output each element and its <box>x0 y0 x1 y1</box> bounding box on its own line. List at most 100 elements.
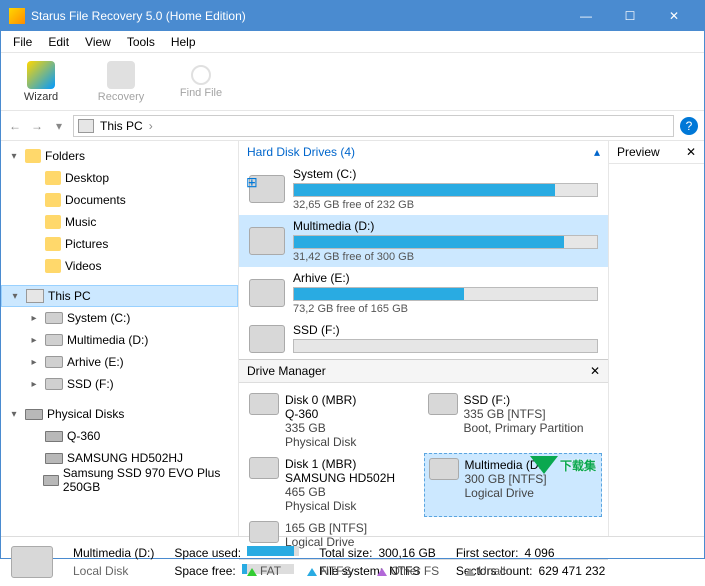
status-drive-type: Local Disk <box>73 564 154 578</box>
folder-icon <box>45 237 61 251</box>
drive-icon <box>11 546 53 578</box>
disk-icon <box>25 409 43 420</box>
folder-icon <box>45 193 61 207</box>
drive-name: Multimedia (D:) <box>293 219 598 233</box>
usage-bar <box>293 339 598 353</box>
app-icon <box>9 8 25 24</box>
folder-icon <box>25 149 41 163</box>
tree-thispc[interactable]: ▾This PC <box>1 285 238 307</box>
drive-icon <box>249 325 285 353</box>
navbar: ← → ▾ This PC › ? <box>1 111 704 141</box>
chevron-right-icon: › <box>149 119 153 133</box>
folder-icon <box>45 215 61 229</box>
drive-name: Arhive (E:) <box>293 271 598 285</box>
tree-drive-e[interactable]: ▸Arhive (E:) <box>1 351 238 373</box>
folder-icon <box>45 171 61 185</box>
tree-pdisk-2[interactable]: ·Samsung SSD 970 EVO Plus 250GB <box>1 469 238 491</box>
pc-icon <box>78 119 94 133</box>
history-dropdown[interactable]: ▾ <box>51 118 67 134</box>
pc-icon <box>26 289 44 303</box>
menu-view[interactable]: View <box>77 32 119 52</box>
menubar: File Edit View Tools Help <box>1 31 704 53</box>
address-bar[interactable]: This PC › <box>73 115 674 137</box>
tree-music[interactable]: ·Music <box>1 211 238 233</box>
menu-edit[interactable]: Edit <box>40 32 77 52</box>
drive-icon <box>249 521 279 543</box>
dm-disk[interactable]: Disk 0 (MBR)Q-360335 GBPhysical Disk <box>245 389 424 453</box>
usage-bar <box>293 183 598 197</box>
menu-tools[interactable]: Tools <box>119 32 163 52</box>
drive-row[interactable]: Multimedia (D:) 31,42 GB free of 300 GB <box>239 215 608 267</box>
drive-icon <box>45 356 63 368</box>
menu-file[interactable]: File <box>5 32 40 52</box>
window-title: Starus File Recovery 5.0 (Home Edition) <box>31 9 564 23</box>
drive-free: 32,65 GB free of 232 GB <box>293 199 598 211</box>
recovery-button[interactable]: Recovery <box>91 61 151 103</box>
tree-drive-f[interactable]: ▸SSD (F:) <box>1 373 238 395</box>
menu-help[interactable]: Help <box>163 32 204 52</box>
drive-icon <box>249 175 285 203</box>
dm-disk[interactable]: SSD (F:)335 GB [NTFS]Boot, Primary Parti… <box>424 389 603 453</box>
usage-bar <box>293 235 598 249</box>
drive-icon <box>45 378 63 390</box>
forward-button[interactable]: → <box>29 118 45 134</box>
dm-disk[interactable]: Multimedia (D:)300 GB [NTFS]Logical Driv… <box>424 453 603 517</box>
preview-title: Preview <box>617 145 660 159</box>
tree-folders[interactable]: ▾Folders <box>1 145 238 167</box>
disk-icon <box>45 431 63 442</box>
tree-desktop[interactable]: ·Desktop <box>1 167 238 189</box>
close-icon[interactable]: ✕ <box>590 364 600 378</box>
drive-icon <box>249 393 279 415</box>
drives-header[interactable]: Hard Disk Drives (4) ▴ <box>239 141 608 163</box>
recovery-icon <box>107 61 135 89</box>
disk-icon <box>45 453 63 464</box>
tree-drive-d[interactable]: ▸Multimedia (D:) <box>1 329 238 351</box>
findfile-button[interactable]: Find File <box>171 65 231 99</box>
disk-icon <box>43 475 59 486</box>
drive-icon <box>249 279 285 307</box>
close-icon[interactable]: ✕ <box>686 145 696 159</box>
drive-icon <box>45 312 63 324</box>
usage-bar <box>293 287 598 301</box>
tree-videos[interactable]: ·Videos <box>1 255 238 277</box>
main-pane: Hard Disk Drives (4) ▴ System (C:) 32,65… <box>239 141 609 536</box>
folder-icon <box>45 259 61 273</box>
drive-name: System (C:) <box>293 167 598 181</box>
minimize-button[interactable]: — <box>564 1 608 31</box>
drive-free: 31,42 GB free of 300 GB <box>293 251 598 263</box>
titlebar: Starus File Recovery 5.0 (Home Edition) … <box>1 1 704 31</box>
close-button[interactable]: ✕ <box>652 1 696 31</box>
drive-icon <box>249 227 285 255</box>
maximize-button[interactable]: ☐ <box>608 1 652 31</box>
status-drive-name: Multimedia (D:) <box>73 546 154 560</box>
help-button[interactable]: ? <box>680 117 698 135</box>
drive-free: 73,2 GB free of 165 GB <box>293 303 598 315</box>
tree-physical[interactable]: ▾Physical Disks <box>1 403 238 425</box>
drive-row[interactable]: Arhive (E:) 73,2 GB free of 165 GB <box>239 267 608 319</box>
toolbar: Wizard Recovery Find File <box>1 53 704 111</box>
dm-disk[interactable]: Disk 1 (MBR)SAMSUNG HD502H465 GBPhysical… <box>245 453 424 517</box>
fs-legend: FAT NTFS Other FS Unallo <box>239 559 608 582</box>
dm-disk[interactable]: 165 GB [NTFS]Logical Drive <box>245 517 424 553</box>
search-icon <box>191 65 211 85</box>
drive-manager-title: Drive Manager <box>247 364 326 378</box>
tree-pictures[interactable]: ·Pictures <box>1 233 238 255</box>
drive-manager-panel: Drive Manager ✕ Disk 0 (MBR)Q-360335 GBP… <box>239 359 608 582</box>
tree-documents[interactable]: ·Documents <box>1 189 238 211</box>
drive-row[interactable]: SSD (F:) <box>239 319 608 359</box>
drive-icon <box>45 334 63 346</box>
wizard-icon <box>27 61 55 89</box>
drive-row[interactable]: System (C:) 32,65 GB free of 232 GB <box>239 163 608 215</box>
wizard-button[interactable]: Wizard <box>11 61 71 103</box>
preview-pane: Preview ✕ <box>609 141 704 536</box>
drive-icon <box>428 393 458 415</box>
drive-name: SSD (F:) <box>293 323 598 337</box>
tree-drive-c[interactable]: ▸System (C:) <box>1 307 238 329</box>
back-button[interactable]: ← <box>7 118 23 134</box>
drive-icon <box>249 457 279 479</box>
sidebar: ▾Folders ·Desktop ·Documents ·Music ·Pic… <box>1 141 239 536</box>
drive-icon <box>429 458 459 480</box>
collapse-icon[interactable]: ▴ <box>594 145 600 159</box>
tree-pdisk-0[interactable]: ·Q-360 <box>1 425 238 447</box>
breadcrumb[interactable]: This PC <box>100 119 143 133</box>
